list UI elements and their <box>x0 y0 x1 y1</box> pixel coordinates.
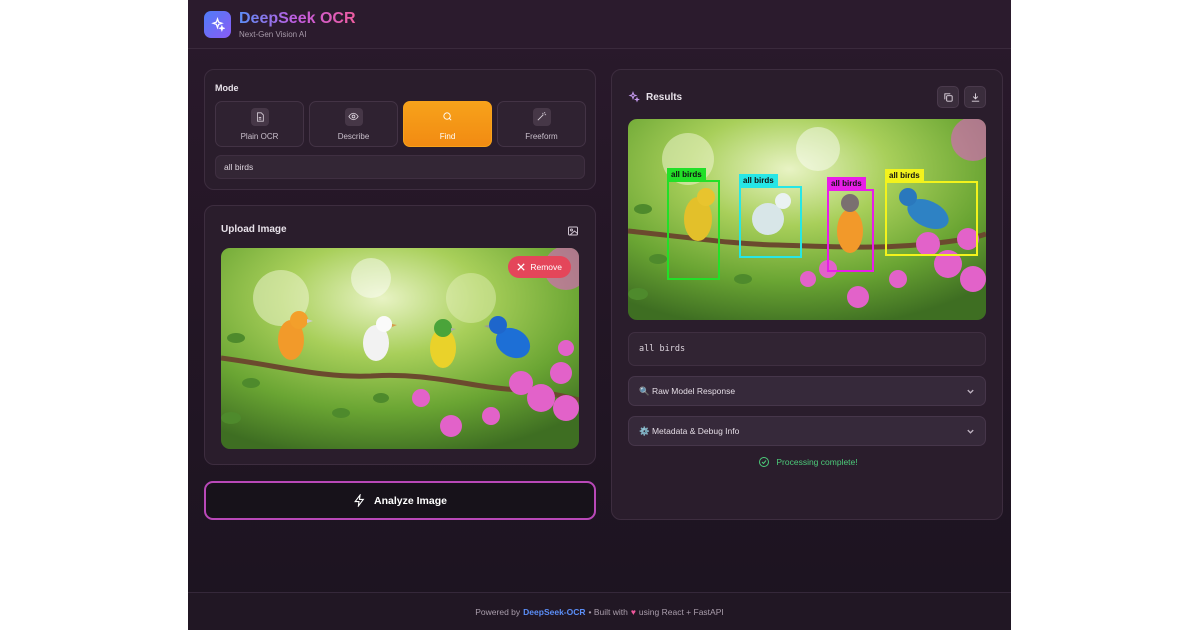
remove-label: Remove <box>530 262 562 272</box>
raw-response-label: 🔍 Raw Model Response <box>639 385 736 396</box>
mode-label: Mode <box>215 83 239 93</box>
query-input[interactable]: all birds <box>215 155 585 179</box>
detection-box: all birds <box>885 169 978 256</box>
result-image: all birds all birds all birds all birds <box>628 119 986 320</box>
status-message: Processing complete! <box>612 456 1004 468</box>
sparkle-logo-icon <box>204 10 231 38</box>
mode-panel: Mode Plain OCR Describe Find Freeform al… <box>204 69 596 190</box>
check-circle-icon <box>759 457 770 467</box>
analyze-image-button[interactable]: Analyze Image <box>204 481 596 520</box>
detection-label: all birds <box>885 169 924 182</box>
heart-icon: ♥ <box>630 606 636 617</box>
footer: Powered by DeepSeek-OCR • Built with ♥ u… <box>188 592 1011 630</box>
header: DeepSeek OCR Next-Gen Vision AI <box>188 0 1011 49</box>
results-title: Results <box>646 91 683 103</box>
mode-plain-ocr-button[interactable]: Plain OCR <box>215 101 304 147</box>
chevron-down-icon <box>967 429 974 434</box>
eye-icon <box>344 107 363 126</box>
mode-freeform-label: Freeform <box>525 131 558 141</box>
status-text: Processing complete! <box>776 457 858 467</box>
document-icon <box>250 107 269 126</box>
app-window: DeepSeek OCR Next-Gen Vision AI Mode Pla… <box>188 0 1011 630</box>
footer-mid: • Built with <box>588 606 628 617</box>
sparkles-icon <box>628 91 640 103</box>
detection-label: all birds <box>827 177 866 190</box>
mode-plain-ocr-label: Plain OCR <box>240 131 279 141</box>
close-icon <box>517 263 525 271</box>
chevron-down-icon <box>967 389 974 394</box>
detection-label: all birds <box>667 168 706 181</box>
uploaded-image: Remove <box>221 248 579 449</box>
detection-box: all birds <box>739 174 802 258</box>
lightning-icon <box>354 494 365 507</box>
footer-brand-link[interactable]: DeepSeek-OCR <box>523 607 585 617</box>
mode-freeform-button[interactable]: Freeform <box>497 101 586 147</box>
detection-label: all birds <box>739 174 778 187</box>
footer-prefix: Powered by <box>475 606 521 617</box>
analyze-label: Analyze Image <box>374 494 447 507</box>
download-icon <box>971 92 979 102</box>
upload-panel: Upload Image Remove <box>204 205 596 465</box>
search-icon <box>439 108 457 126</box>
copy-button[interactable] <box>937 86 959 108</box>
copy-icon <box>943 92 953 102</box>
mode-find-label: Find <box>439 131 456 141</box>
results-panel: Results all birds all birds all birds al… <box>611 69 1003 520</box>
upload-title: Upload Image <box>221 224 287 235</box>
footer-suffix: using React + FastAPI <box>638 606 724 617</box>
raw-response-accordion[interactable]: 🔍 Raw Model Response <box>628 376 986 406</box>
detection-box: all birds <box>667 168 720 280</box>
result-text: all birds <box>628 332 986 366</box>
magic-wand-icon <box>532 107 551 126</box>
results-header: Results <box>628 91 682 103</box>
mode-describe-label: Describe <box>337 131 370 141</box>
download-button[interactable] <box>964 86 986 108</box>
mode-find-button[interactable]: Find <box>403 101 492 147</box>
remove-button[interactable]: Remove <box>508 256 571 278</box>
app-subtitle: Next-Gen Vision AI <box>239 29 307 39</box>
metadata-accordion[interactable]: ⚙️ Metadata & Debug Info <box>628 416 986 446</box>
mode-describe-button[interactable]: Describe <box>309 101 398 147</box>
app-title: DeepSeek OCR <box>239 9 356 27</box>
metadata-label: ⚙️ Metadata & Debug Info <box>639 425 740 436</box>
detection-box: all birds <box>827 177 874 272</box>
image-icon[interactable] <box>567 224 579 242</box>
